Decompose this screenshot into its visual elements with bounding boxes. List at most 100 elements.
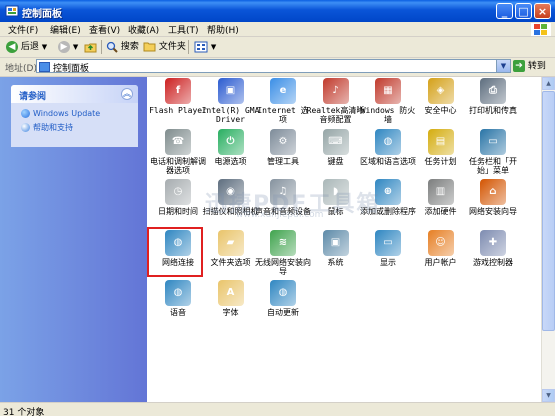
control-panel-item[interactable]: ✚ 游戏控制器 — [464, 229, 522, 267]
item-label: 显示 — [380, 257, 396, 267]
address-input[interactable]: 控制面板 ▼ — [36, 59, 511, 74]
item-label: 游戏控制器 — [473, 257, 513, 267]
control-panel-item[interactable]: ⎙ 打印机和传真 — [464, 78, 522, 115]
toolbar-separator — [101, 40, 102, 54]
item-label: Realtek高清晰音频配置 — [306, 106, 365, 124]
control-panel-item[interactable]: ◍ 区域和语言选项 — [359, 128, 417, 166]
menu-help[interactable]: 帮助(H) — [207, 23, 239, 36]
go-button[interactable]: ➔ 转到 — [513, 60, 546, 73]
chevron-down-icon: ▼ — [210, 43, 217, 51]
menu-file[interactable]: 文件(F) — [8, 23, 38, 36]
control-panel-item[interactable]: ⌂ 网络安装向导 — [464, 179, 522, 216]
close-button[interactable]: × — [534, 3, 551, 19]
item-label: 打印机和传真 — [469, 106, 517, 115]
item-label: 安全中心 — [424, 106, 457, 115]
auto-update-icon: ◍ — [270, 280, 296, 306]
title-bar: 控制面板 _ □ × — [0, 0, 555, 22]
search-label: 搜索 — [120, 42, 139, 52]
item-label: 电源选项 — [214, 156, 247, 166]
menu-edit[interactable]: 编辑(E) — [50, 23, 81, 36]
intel-display-icon: ▣ — [217, 78, 244, 104]
control-panel-item[interactable]: ♪ Realtek高清晰音频配置 — [307, 78, 365, 124]
windows-update-link[interactable]: Windows Update — [21, 109, 100, 118]
vertical-scrollbar[interactable]: ▲ ▼ — [541, 77, 555, 402]
item-label: 自动更新 — [267, 308, 299, 317]
control-panel-item[interactable]: ◈ 安全中心 — [412, 78, 470, 115]
control-panel-item[interactable]: ◍ 自动更新 — [254, 280, 312, 317]
watermark-url: www.xunjiepdf.com — [236, 210, 324, 220]
go-label: 转到 — [527, 61, 546, 72]
globe-icon: ◍ — [375, 128, 401, 155]
toolbar: ◀ 后退 ▼ ▶ ▼ 搜索 文件夹 ▼ — [0, 37, 555, 58]
help-support-link[interactable]: 帮助和支持 — [21, 122, 73, 133]
admin-tools-icon: ⚙ — [270, 128, 296, 155]
item-label: 系统 — [327, 257, 344, 267]
wireless-icon: ≋ — [270, 229, 296, 256]
item-label: 添加硬件 — [424, 207, 457, 216]
item-label: 语音 — [170, 308, 186, 317]
views-button[interactable]: ▼ — [194, 40, 216, 54]
item-label: 任务栏和「开始」菜单 — [469, 156, 517, 175]
up-folder-button[interactable] — [84, 40, 97, 54]
control-panel-item[interactable]: ▤ 任务计划 — [412, 128, 470, 166]
toolbar-separator — [188, 40, 189, 54]
folders-button[interactable]: 文件夹 — [143, 40, 186, 54]
menu-favorites[interactable]: 收藏(A) — [128, 23, 159, 36]
forward-button[interactable]: ▶ ▼ — [58, 40, 78, 54]
control-panel-item[interactable]: ⚙ 管理工具 — [254, 128, 312, 166]
address-bar: 地址(D) 控制面板 ▼ ➔ 转到 — [0, 58, 555, 77]
minimize-button[interactable]: _ — [496, 3, 513, 19]
fonts-icon: A — [217, 280, 244, 306]
control-panel-item[interactable]: ▰ 文件夹选项 — [202, 229, 260, 267]
menu-tools[interactable]: 工具(T) — [168, 23, 199, 36]
control-panel-item[interactable]: A 字体 — [202, 280, 260, 317]
item-label: 键盘 — [327, 156, 344, 166]
control-panel-item[interactable]: ⏻ 电源选项 — [202, 128, 260, 166]
item-label: 无线网络安装向导 — [255, 257, 311, 276]
control-panel-item[interactable]: ▭ 显示 — [359, 229, 417, 267]
collapse-chevron-icon[interactable]: ︽ — [121, 88, 133, 100]
search-button[interactable]: 搜索 — [106, 40, 139, 54]
see-also-header[interactable]: 请参阅 ︽ — [11, 85, 138, 103]
go-arrow-icon: ➔ — [513, 60, 525, 72]
control-panel-item[interactable]: ⌨ 键盘 — [307, 128, 365, 166]
windows-logo-icon — [531, 23, 551, 36]
item-label: 管理工具 — [267, 156, 299, 166]
add-hardware-icon: ▥ — [427, 179, 454, 205]
item-label: 网络安装向导 — [469, 207, 517, 216]
control-panel-item[interactable]: ▣ Intel(R) GMA Driver — [202, 78, 260, 124]
item-label: 用户帐户 — [424, 257, 457, 267]
control-panel-item[interactable]: ≋ 无线网络安装向导 — [254, 229, 312, 276]
control-panel-item[interactable]: ☎ 电话和调制解调器选项 — [149, 128, 207, 175]
windows-update-icon — [21, 109, 30, 118]
back-label: 后退 — [20, 42, 39, 52]
folders-label: 文件夹 — [158, 42, 186, 52]
back-button[interactable]: ◀ 后退 ▼ — [6, 40, 47, 54]
control-panel-item[interactable]: e Internet 选项 — [254, 78, 312, 124]
control-panel-item[interactable]: ☺ 用户帐户 — [412, 229, 470, 267]
item-label: 区域和语言选项 — [360, 156, 416, 166]
forward-arrow-icon: ▶ — [58, 40, 70, 53]
control-panel-item[interactable]: ▥ 添加硬件 — [412, 179, 470, 216]
item-label: Windows 防火墙 — [360, 106, 416, 124]
scroll-down-button[interactable]: ▼ — [542, 389, 555, 402]
control-panel-item[interactable]: ◷ 日期和时间 — [149, 179, 207, 216]
item-label: 日期和时间 — [158, 207, 198, 216]
maximize-button[interactable]: □ — [515, 3, 532, 19]
control-panel-item[interactable]: ▭ 任务栏和「开始」菜单 — [464, 128, 522, 175]
folder-icon — [143, 42, 156, 52]
control-panel-item[interactable]: ◍ 语音 — [149, 280, 207, 317]
security-shield-icon: ◈ — [427, 78, 454, 104]
menu-view[interactable]: 查看(V) — [89, 23, 120, 36]
address-dropdown-button[interactable]: ▼ — [496, 60, 510, 72]
windows-update-label: Windows Update — [33, 109, 101, 118]
control-panel-item[interactable]: ▦ Windows 防火墙 — [359, 78, 417, 124]
scroll-up-button[interactable]: ▲ — [542, 77, 555, 90]
game-controller-icon: ✚ — [480, 229, 506, 256]
scroll-thumb[interactable] — [542, 91, 555, 331]
firewall-icon: ▦ — [375, 78, 401, 104]
control-panel-item[interactable]: f Flash Player — [149, 78, 207, 115]
printer-icon: ⎙ — [480, 78, 506, 104]
control-panel-item[interactable]: ▣ 系统 — [307, 229, 365, 267]
item-label: 任务计划 — [424, 156, 457, 166]
